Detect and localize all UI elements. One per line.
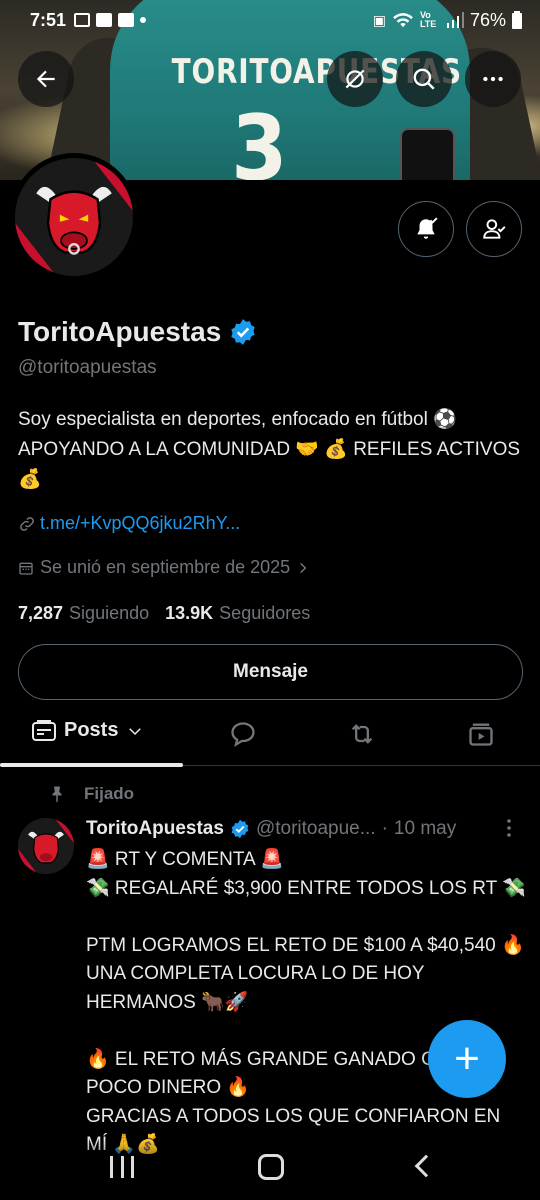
compose-post-button[interactable]: + [428, 1020, 506, 1098]
youtube-icon [96, 13, 113, 27]
post-date[interactable]: 10 may [394, 818, 456, 840]
banner-jersey-number: 3 [231, 96, 288, 180]
verified-badge-icon[interactable] [229, 318, 257, 346]
posts-tab-icon [32, 719, 56, 741]
avatar-image [15, 158, 133, 276]
followers-label[interactable]: Seguidores [219, 603, 310, 624]
bull-logo-icon [18, 818, 74, 874]
more-icon [483, 76, 503, 82]
more-notifications-icon [140, 17, 147, 23]
grok-button[interactable] [327, 51, 383, 107]
network-label: Vo LTE [419, 10, 437, 29]
link-icon [20, 516, 34, 531]
post-header: ToritoApuestas @toritoapue... · 10 may [86, 818, 456, 840]
battery-saver-icon: ▣ [372, 11, 386, 28]
battery-percent: 76% [469, 9, 506, 30]
following-count[interactable]: 7,287 [18, 603, 63, 624]
tab-active-indicator [0, 763, 183, 767]
signal-icon [446, 12, 464, 28]
home-icon[interactable] [258, 1154, 284, 1180]
bio-line-1: Soy especialista en deportes, enfocado e… [18, 409, 457, 430]
status-system-icons: ▣ Vo LTE 76% [373, 10, 522, 31]
tab-posts[interactable]: Posts [32, 719, 144, 742]
follow-stats: 7,287 Siguiendo 13.9K Seguidores [18, 603, 310, 624]
tab-replies-icon[interactable] [229, 720, 257, 748]
chevron-right-icon [300, 562, 307, 573]
post-text[interactable]: 🚨 RT Y COMENTA 🚨 💸 REGALARÉ $3,900 ENTRE… [86, 846, 526, 1160]
user-check-icon [483, 219, 506, 239]
joined-date-row[interactable]: Se unió en septiembre de 2025 [18, 557, 310, 578]
wifi-icon [393, 13, 413, 28]
pin-icon [52, 786, 62, 803]
chevron-down-icon [129, 727, 142, 735]
battery-icon [512, 11, 522, 29]
post-author-name[interactable]: ToritoApuestas [86, 818, 224, 840]
profile-handle: @toritoapuestas [18, 357, 157, 378]
recent-apps-icon[interactable] [110, 1156, 134, 1178]
more-options-button[interactable] [465, 51, 521, 107]
message-button[interactable]: Mensaje [18, 644, 523, 700]
bio-line-2: APOYANDO A LA COMUNIDAD 🤝 💰 REFILES ACTI… [18, 439, 521, 490]
following-button[interactable] [466, 201, 522, 257]
search-icon [413, 68, 435, 90]
gallery-icon [74, 13, 91, 27]
tab-reposts-icon[interactable] [348, 720, 376, 748]
calendar-icon [19, 562, 33, 575]
bell-check-icon [417, 217, 438, 239]
status-bar: 7:51 ▣ Vo LTE 76% [0, 0, 540, 40]
status-time: 7:51 [30, 9, 67, 30]
profile-link-text[interactable]: t.me/+KvpQQ6jku2RhY... [40, 513, 240, 534]
banner-phone [400, 128, 455, 180]
profile-name: ToritoApuestas [18, 316, 222, 347]
back-nav-icon[interactable] [414, 1154, 438, 1178]
followers-count[interactable]: 13.9K [165, 603, 213, 624]
following-label[interactable]: Siguiendo [69, 603, 149, 624]
grok-icon [345, 69, 365, 89]
post-separator: · [381, 818, 388, 839]
post-more-options[interactable] [505, 818, 513, 844]
back-button[interactable] [18, 51, 74, 107]
verified-badge-icon [231, 819, 249, 839]
checkbox-icon [118, 13, 135, 27]
joined-date-text: Se unió en septiembre de 2025 [40, 557, 291, 577]
tab-posts-label: Posts [64, 719, 119, 741]
notifications-button[interactable] [398, 201, 454, 257]
profile-avatar[interactable] [10, 153, 138, 281]
profile-bio: Soy especialista en deportes, enfocado e… [18, 405, 528, 495]
bull-logo-icon [15, 158, 133, 276]
pinned-label: Fijado [84, 784, 135, 803]
search-button[interactable] [396, 51, 452, 107]
tab-media-icon[interactable] [467, 720, 495, 748]
vertical-more-icon [507, 819, 511, 837]
profile-name-row: ToritoApuestas [18, 316, 257, 348]
profile-tabs: Posts [0, 706, 540, 767]
status-notification-icons [74, 13, 147, 27]
arrow-left-icon [36, 70, 55, 88]
android-navigation-bar [0, 1140, 540, 1200]
plus-icon: + [454, 1034, 480, 1083]
pinned-label-row: Fijado [48, 784, 134, 804]
post-author-handle[interactable]: @toritoapue... [256, 818, 376, 840]
post-author-avatar[interactable] [18, 818, 74, 874]
profile-link[interactable]: t.me/+KvpQQ6jku2RhY... [18, 513, 240, 534]
